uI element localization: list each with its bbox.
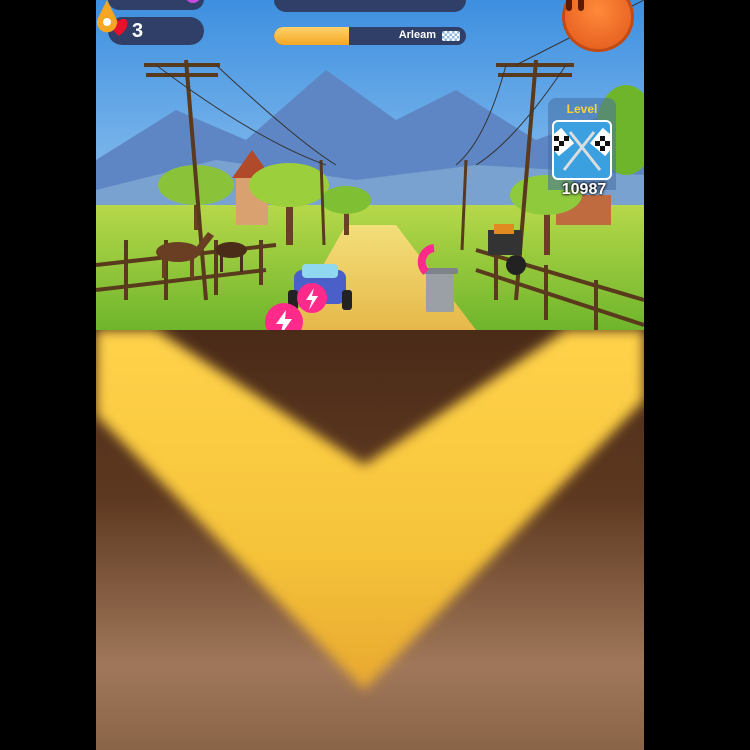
progress-marker-icon: [97, 0, 117, 33]
level-progress-bar: Arleam: [274, 27, 466, 45]
score-counter: X2 312: [274, 0, 466, 12]
gem-icon: [186, 0, 200, 3]
lives-value: 3: [132, 20, 144, 42]
level-score: 10987: [561, 181, 607, 198]
game-scene[interactable]: 23 3 X2 312 Arleam: [96, 0, 644, 330]
pause-icon: [566, 0, 584, 11]
checkered-flags-icon: [554, 127, 610, 171]
gems-value: 23: [130, 0, 148, 4]
progress-label: Arleam: [398, 29, 436, 41]
gems-counter: 23: [108, 0, 204, 10]
swipe-down-chevron-icon: [96, 330, 644, 690]
level-panel: Level: [548, 98, 616, 190]
multiplier-label: X2: [292, 0, 309, 1]
trash-can: [422, 268, 458, 312]
score-value: 312: [392, 0, 422, 5]
lives-counter: 3: [108, 17, 204, 45]
finish-flag-icon: [442, 31, 460, 41]
lightning-icon: [297, 283, 327, 313]
level-label: Level: [566, 102, 598, 116]
level-badge: [552, 120, 612, 180]
game-viewport[interactable]: 23 3 X2 312 Arleam: [96, 0, 644, 750]
swipe-hint-area[interactable]: [96, 330, 644, 750]
progress-fill: [274, 27, 349, 45]
